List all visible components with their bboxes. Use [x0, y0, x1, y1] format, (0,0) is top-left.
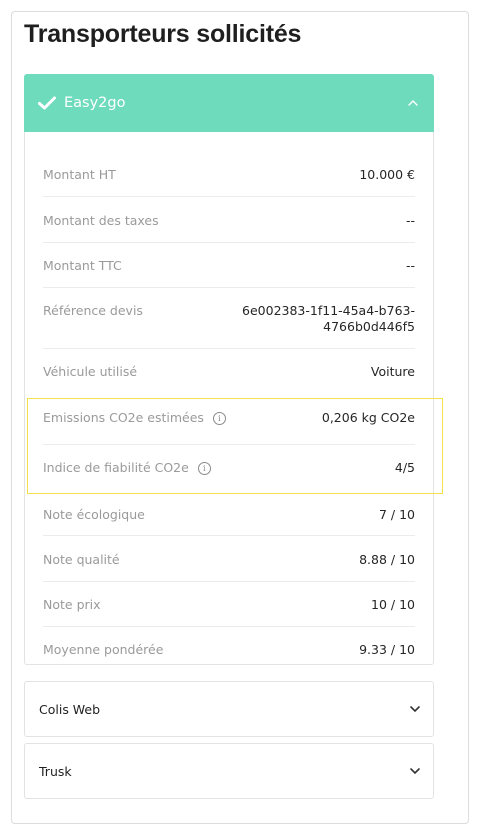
row-divider: [43, 196, 415, 197]
detail-value-continued: 4766b0d446f5: [323, 319, 415, 334]
page-title: Transporteurs sollicités: [24, 20, 302, 48]
detail-label: Véhicule utilisé: [43, 364, 138, 379]
detail-value: 9.33 / 10: [359, 642, 415, 657]
detail-label: Référence devis: [43, 303, 143, 318]
chevron-down-icon[interactable]: [410, 706, 420, 712]
detail-label: Montant TTC: [43, 258, 122, 273]
accordion-body-easy2go: Montant HT 10.000 € Montant des taxes --…: [24, 132, 434, 665]
info-icon[interactable]: i: [212, 412, 226, 425]
detail-label: Emissions CO2e estimées: [43, 410, 204, 425]
detail-label-group: Emissions CO2e estimées i: [43, 410, 226, 425]
detail-value: 10 / 10: [371, 597, 415, 612]
detail-value: Voiture: [370, 364, 415, 379]
row-divider: [43, 444, 415, 445]
detail-label: Montant HT: [43, 167, 116, 182]
check-icon: [38, 96, 56, 110]
detail-label: Montant des taxes: [43, 213, 159, 228]
row-divider: [43, 242, 415, 243]
accordion-title: Colis Web: [39, 701, 101, 717]
detail-value: 10.000 €: [359, 167, 415, 182]
chevron-up-icon[interactable]: [408, 100, 418, 106]
detail-label: Moyenne pondérée: [43, 642, 164, 657]
detail-label: Note qualité: [43, 552, 120, 567]
detail-value: 0,206 kg CO2e: [321, 410, 415, 425]
detail-value: 8.88 / 10: [359, 552, 415, 567]
row-divider: [43, 287, 415, 288]
detail-value: --: [405, 258, 415, 273]
accordion-header-trusk[interactable]: Trusk: [24, 743, 434, 799]
detail-label: Note prix: [43, 597, 101, 612]
info-icon[interactable]: i: [197, 462, 211, 475]
row-divider: [43, 626, 415, 627]
detail-label: Indice de fiabilité CO2e: [43, 460, 189, 475]
row-divider: [43, 535, 415, 536]
accordion-title: Easy2go: [64, 95, 126, 111]
accordion-header-easy2go[interactable]: Easy2go: [24, 74, 434, 132]
accordion-header-colis-web[interactable]: Colis Web: [24, 681, 434, 737]
detail-value: 7 / 10: [378, 507, 415, 522]
detail-label-group: Indice de fiabilité CO2e i: [43, 460, 211, 475]
chevron-down-icon[interactable]: [410, 768, 420, 774]
detail-value: 4/5: [394, 460, 415, 475]
row-divider: [43, 581, 415, 582]
detail-value: --: [405, 213, 415, 228]
accordion-title: Trusk: [39, 763, 72, 779]
row-divider: [43, 348, 415, 349]
detail-label: Note écologique: [43, 507, 145, 522]
detail-value: 6e002383-1f11-45a4-b763-: [242, 303, 415, 318]
